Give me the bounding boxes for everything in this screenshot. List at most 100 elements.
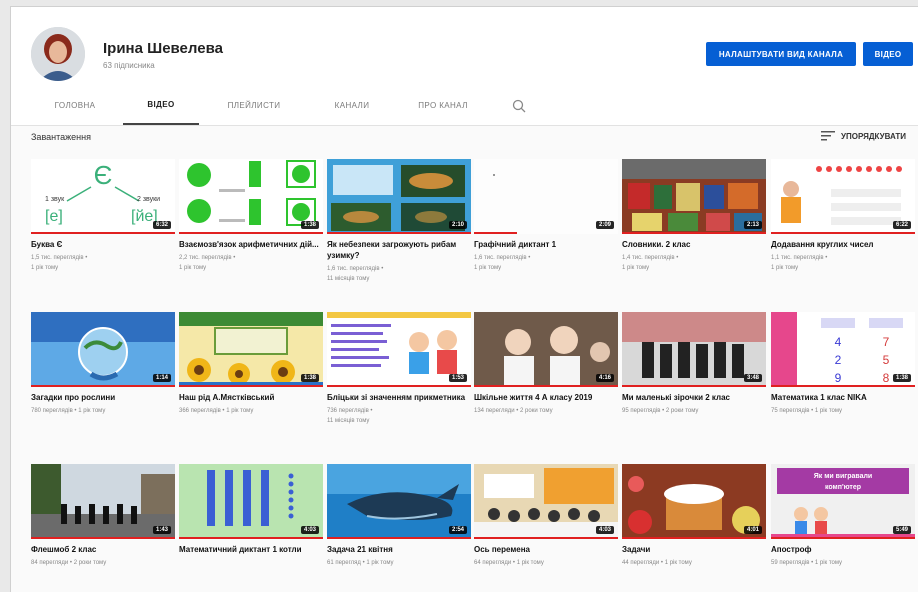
video-card[interactable]: 4:03 Ось перемена 64 перегляди • 1 рік том…	[474, 464, 618, 568]
watch-progress-bar	[179, 385, 323, 387]
video-thumbnail[interactable]: 1:38	[179, 159, 323, 234]
video-card[interactable]: 2:09 Графічний диктант 1 1,6 тис. перегляд…	[474, 159, 618, 273]
video-title[interactable]: Графічний диктант 1	[474, 239, 618, 250]
video-thumbnail[interactable]: 1:43	[31, 464, 175, 539]
video-thumbnail[interactable]: 2:54	[327, 464, 471, 539]
video-duration: 4:16	[595, 374, 614, 382]
video-card[interactable]: 4:16 Шкільне життя 4 А класу 2019 134 пере…	[474, 312, 618, 416]
svg-text:Як ми вигравали: Як ми вигравали	[814, 473, 872, 480]
channel-header: Ірина Шевелева 63 підписника НАЛАШТУВАТИ…	[11, 7, 918, 126]
tab-channels[interactable]: КАНАЛИ	[317, 85, 387, 125]
video-card[interactable]: 1:38 Наш рід А.Мястківський 366 переглядів…	[179, 312, 323, 416]
video-title[interactable]: Апостроф	[771, 544, 915, 555]
view-count: 1,4 тис. переглядів •	[622, 255, 679, 261]
video-title[interactable]: Ось перемена	[474, 544, 618, 555]
tab-videos[interactable]: ВІДЕО	[123, 85, 199, 125]
video-card[interactable]: 4 7 2 5 9 8 1:38 Математика 1 клас NIKA 75 …	[771, 312, 915, 416]
video-meta: 84 перегляди • 2 роки тому	[31, 558, 175, 568]
video-card[interactable]: 3:48 Ми маленькі зірочки 2 клас 95 перегля…	[622, 312, 766, 416]
video-card[interactable]: Як ми вигравали комп'ютер 5:49 Апостроф 59…	[771, 464, 915, 568]
video-title[interactable]: Шкільне життя 4 А класу 2019	[474, 392, 618, 403]
video-card[interactable]: Є 1 звук 2 звуки [е] [йе] 6:32 Буква Є 1,5 …	[31, 159, 175, 273]
video-meta: 44 перегляди • 1 рік тому	[622, 558, 766, 568]
video-meta: 59 переглядів • 1 рік тому	[771, 558, 915, 568]
video-title[interactable]: Додавання круглих чисел	[771, 239, 915, 250]
video-card[interactable]: 1:14 Загадки про рослини 780 переглядів • …	[31, 312, 175, 416]
video-card[interactable]: 1:43 Флешмоб 2 клас 84 перегляди • 2 роки …	[31, 464, 175, 568]
video-title[interactable]: Словники. 2 клас	[622, 239, 766, 250]
video-thumbnail[interactable]: Є 1 звук 2 звуки [е] [йе] 6:32	[31, 159, 175, 234]
watch-progress-bar	[327, 385, 471, 387]
search-icon[interactable]	[511, 98, 527, 114]
video-thumbnail[interactable]: 1:53	[327, 312, 471, 387]
video-card[interactable]: 6:22 Додавання круглих чисел 1,1 тис. пере…	[771, 159, 915, 273]
svg-text:5: 5	[883, 353, 890, 367]
video-thumbnail[interactable]: 3:48	[622, 312, 766, 387]
video-meta: 1,6 тис. переглядів • 1 рік тому	[474, 253, 618, 273]
video-title[interactable]: Як небезпеки загрожують рибам узимку?	[327, 239, 471, 261]
video-card[interactable]: 1:53 Бліцьки зі значенням прикметника 736 …	[327, 312, 471, 426]
view-count: 61 перегляд •	[327, 560, 367, 566]
video-thumbnail[interactable]: 4:03	[179, 464, 323, 539]
video-title[interactable]: Задачи	[622, 544, 766, 555]
video-thumbnail[interactable]: 2:13	[622, 159, 766, 234]
svg-text:4: 4	[835, 335, 842, 349]
video-thumbnail[interactable]: 1:38	[179, 312, 323, 387]
video-duration: 4:01	[743, 526, 762, 534]
upload-age: 1 рік тому	[226, 408, 254, 414]
view-count: 366 переглядів •	[179, 408, 227, 414]
video-card[interactable]: 1:38 Взаємозв'язок арифметичних дій... 2,2…	[179, 159, 323, 273]
video-thumbnail[interactable]: 4:01	[622, 464, 766, 539]
upload-age: 1 рік тому	[814, 560, 843, 566]
view-count: 780 переглядів •	[31, 408, 79, 414]
thumb-text: Є	[94, 160, 113, 190]
video-thumbnail[interactable]: 4 7 2 5 9 8 1:38	[771, 312, 915, 387]
video-thumbnail[interactable]: 6:22	[771, 159, 915, 234]
video-title[interactable]: Загадки про рослини	[31, 392, 175, 403]
video-thumbnail[interactable]: 1:14	[31, 312, 175, 387]
tab-about[interactable]: ПРО КАНАЛ	[405, 85, 481, 125]
video-duration: 1:53	[448, 374, 467, 382]
video-title[interactable]: Математичний диктант 1 котли	[179, 544, 323, 555]
svg-text:1 звук: 1 звук	[45, 196, 65, 203]
tab-playlists[interactable]: ПЛЕЙЛИСТИ	[211, 85, 297, 125]
watch-progress-bar	[31, 232, 175, 234]
video-card[interactable]: 2:54 Задача 21 квітня 61 перегляд • 1 рік …	[327, 464, 471, 568]
video-duration: 2:13	[743, 221, 762, 229]
tab-home[interactable]: ГОЛОВНА	[39, 85, 111, 125]
sort-label: УПОРЯДКУВАТИ	[841, 131, 906, 141]
video-meta: 75 переглядів • 1 рік тому	[771, 406, 915, 416]
video-title[interactable]: Флешмоб 2 клас	[31, 544, 175, 555]
video-card[interactable]: 4:01 Задачи 44 перегляди • 1 рік тому	[622, 464, 766, 568]
video-card[interactable]: 4:03 Математичний диктант 1 котли	[179, 464, 323, 555]
video-title[interactable]: Наш рід А.Мястківський	[179, 392, 323, 403]
upload-age: 11 місяців тому	[327, 276, 370, 282]
avatar-portrait-icon	[31, 27, 85, 81]
video-thumbnail[interactable]: 2:10	[327, 159, 471, 234]
video-title[interactable]: Задача 21 квітня	[327, 544, 471, 555]
video-card[interactable]: 2:10 Як небезпеки загрожують рибам узимку…	[327, 159, 471, 284]
video-thumbnail[interactable]: Як ми вигравали комп'ютер 5:49	[771, 464, 915, 539]
upload-age: 11 місяців тому	[327, 418, 370, 424]
customize-channel-button[interactable]: НАЛАШТУВАТИ ВИД КАНАЛА	[706, 42, 856, 66]
view-count: 84 перегляди •	[31, 560, 74, 566]
channel-name[interactable]: Ірина Шевелева	[103, 40, 223, 57]
video-title[interactable]: Математика 1 клас NIKA	[771, 392, 915, 403]
watch-progress-bar	[622, 232, 766, 234]
video-thumbnail[interactable]: 2:09	[474, 159, 618, 234]
channel-avatar[interactable]	[31, 27, 85, 81]
view-count: 1,6 тис. переглядів •	[327, 266, 384, 272]
manage-videos-button[interactable]: ВІДЕО	[863, 42, 913, 66]
video-thumbnail[interactable]: 4:16	[474, 312, 618, 387]
video-title[interactable]: Ми маленькі зірочки 2 клас	[622, 392, 766, 403]
channel-tabs: ГОЛОВНА ВІДЕО ПЛЕЙЛИСТИ КАНАЛИ ПРО КАНАЛ	[11, 85, 918, 125]
sort-button[interactable]: УПОРЯДКУВАТИ	[821, 131, 906, 141]
video-card[interactable]: 2:13 Словники. 2 клас 1,4 тис. переглядів …	[622, 159, 766, 273]
video-thumbnail[interactable]: 4:03	[474, 464, 618, 539]
watch-progress-bar	[771, 537, 915, 539]
video-title[interactable]: Буква Є	[31, 239, 175, 250]
video-title[interactable]: Взаємозв'язок арифметичних дій...	[179, 239, 323, 250]
svg-text:8: 8	[883, 371, 890, 385]
watch-progress-bar	[771, 232, 915, 234]
video-title[interactable]: Бліцьки зі значенням прикметника	[327, 392, 471, 403]
